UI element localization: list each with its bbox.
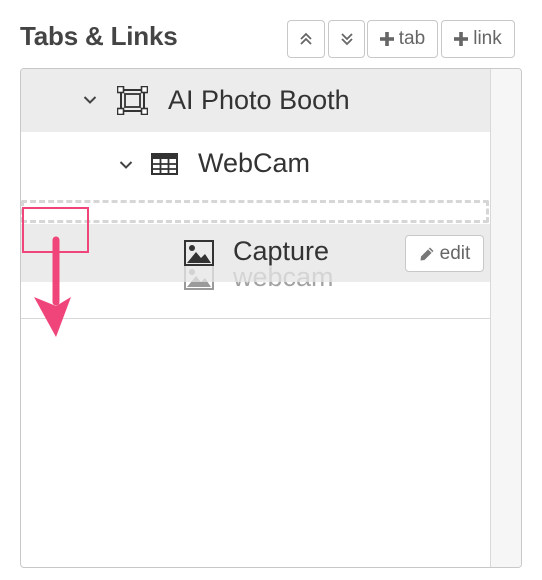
drag-down-arrow-icon: [34, 236, 71, 337]
image-icon: [184, 240, 214, 266]
tabs-links-panel: Tabs & Links tab link AI Photo Booth Web…: [0, 0, 542, 580]
panel-title: Tabs & Links: [20, 21, 178, 51]
tree-node-webcam-group[interactable]: WebCam: [21, 132, 490, 198]
expand-all-button[interactable]: [328, 20, 365, 58]
grid-icon: [151, 153, 178, 175]
plus-icon: [454, 32, 469, 46]
chevron-down-icon[interactable]: [119, 160, 133, 170]
pencil-icon: [420, 247, 434, 260]
plus-icon: [379, 32, 394, 46]
add-tab-label: tab: [398, 28, 426, 49]
edit-button[interactable]: edit: [405, 235, 484, 272]
tree-panel: AI Photo Booth WebCam Capture edit: [20, 68, 522, 568]
add-link-label: link: [473, 28, 502, 49]
tree-node-label: WebCam: [198, 148, 311, 178]
tree-node-label: Capture: [233, 236, 330, 266]
collapse-all-button[interactable]: [287, 20, 325, 58]
frame-icon: [117, 86, 148, 115]
scrollbar[interactable]: [490, 69, 521, 567]
add-link-button[interactable]: link: [441, 20, 515, 58]
tree-node-label: AI Photo Booth: [168, 85, 350, 115]
chevron-down-icon[interactable]: [83, 95, 97, 105]
edit-label: edit: [439, 242, 471, 264]
tree-node-ai-photo-booth[interactable]: AI Photo Booth: [21, 69, 490, 132]
list-divider: [21, 318, 490, 319]
drop-placeholder: [21, 200, 489, 223]
add-tab-button[interactable]: tab: [367, 20, 438, 58]
double-chevron-up-icon: [300, 32, 312, 45]
tree-node-capture-dragging[interactable]: Capture edit: [21, 224, 490, 282]
double-chevron-down-icon: [340, 33, 353, 46]
